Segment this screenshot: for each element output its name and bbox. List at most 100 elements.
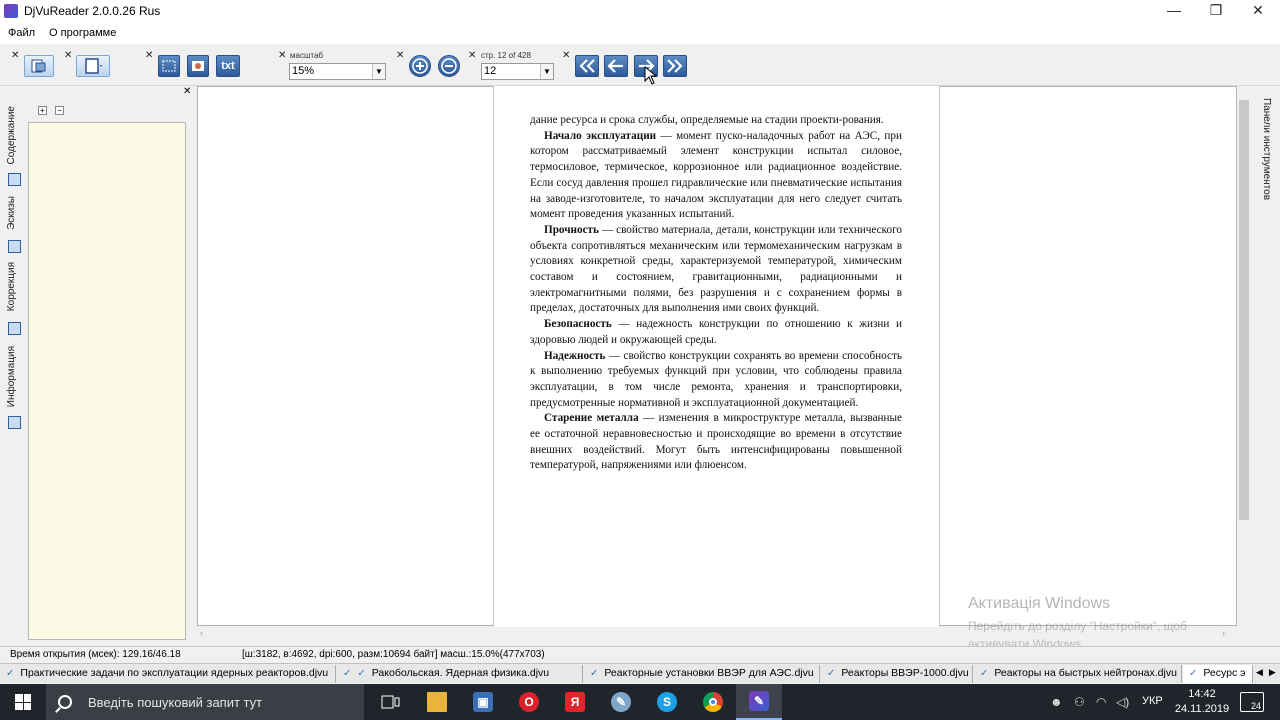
notifications-icon[interactable]: 24 (1240, 692, 1264, 712)
doc-tab[interactable]: ✓ Реакторы на быстрых нейтронах.djvu (974, 665, 1182, 683)
toolbar-group-close-icon[interactable]: ✕ (396, 50, 404, 61)
zoom-in-button[interactable] (409, 55, 431, 77)
djvureader-taskbar-button[interactable]: ✎ (736, 684, 782, 720)
menu-bar: Файл О программе (0, 22, 1280, 44)
toolbar: ✕ ✕ ✕ txt ✕ масштаб 15% ▼ ✕ ✕ стр. 12 of… (0, 44, 1280, 132)
windows-logo-icon (15, 694, 31, 710)
people-icon[interactable]: ⚇ (1074, 695, 1085, 709)
search-icon (58, 695, 72, 709)
first-page-button[interactable] (575, 55, 599, 77)
left-arrow-icon (607, 59, 623, 73)
toolbar-group-close-icon[interactable]: ✕ (562, 50, 570, 61)
toolbar-group-close-icon[interactable]: ✕ (11, 50, 19, 61)
status-bar: Время открытия (мсек): 129.16/46.18 [ш:3… (0, 646, 1280, 663)
image-info-status: [ш:3182, в:4692, dpi:600, разм:10694 бай… (242, 649, 545, 660)
search-placeholder: Введіть пошуковий запит тут (88, 694, 263, 710)
information-icon[interactable] (8, 416, 21, 429)
skype-button[interactable]: S (644, 684, 690, 720)
store-button[interactable]: ▣ (460, 684, 506, 720)
side-tabs: Содержание Эскизы Коррекция Информация (6, 100, 22, 640)
expand-all-icon[interactable]: + (38, 106, 47, 115)
tab-contents[interactable]: Содержание (6, 106, 22, 164)
page-select[interactable]: 12 ▼ (481, 63, 554, 80)
file-explorer-button[interactable] (414, 684, 460, 720)
activation-watermark-title: Активація Windows (968, 595, 1111, 612)
clock-date: 24.11.2019 (1174, 703, 1230, 715)
menu-file[interactable]: Файл (2, 27, 41, 39)
zoom-select[interactable]: 15% ▼ (289, 63, 386, 80)
menu-about[interactable]: О программе (43, 27, 122, 39)
doc-tab[interactable]: ✓ Практические задачи по эксплуатации яде… (0, 665, 336, 683)
skype-icon: S (657, 692, 677, 712)
tray-app-icon[interactable]: ☻ (1050, 695, 1063, 709)
document-view[interactable]: дание ресурса и срока службы, определяем… (197, 86, 1237, 627)
document-icon: ✓ (6, 668, 15, 679)
thumbnails-icon[interactable] (8, 240, 21, 253)
restore-button[interactable]: ❐ (1194, 0, 1238, 22)
page-label: стр. 12 of 428 (481, 51, 531, 60)
zoom-value: 15% (292, 65, 315, 77)
document-icon: ✓ (1189, 668, 1198, 679)
tab-correction[interactable]: Коррекция (6, 262, 22, 311)
chrome-icon (703, 692, 723, 712)
doc-tab[interactable]: ✓ Реакторы ВВЭР-1000.djvu (821, 665, 973, 683)
chrome-button[interactable] (690, 684, 736, 720)
taskbar: Введіть пошуковий запит тут ▣ O Я ✎ S ✎ … (0, 684, 1280, 720)
doc-tab[interactable]: ✓ ✓ Ракобольская. Ядерная физика.djvu (337, 665, 583, 683)
toolbar-group-close-icon[interactable]: ✕ (145, 50, 153, 61)
select-area-button[interactable] (158, 55, 180, 77)
chevron-down-icon[interactable]: ▼ (372, 64, 385, 79)
scroll-left-icon[interactable]: ‹ (200, 628, 203, 638)
language-indicator[interactable]: УКР (1142, 695, 1163, 707)
open-file-button[interactable] (24, 55, 54, 77)
page-paragraph: дание ресурса и срока службы, определяем… (530, 114, 884, 126)
tab-toolbars[interactable]: Панели инструментов (1256, 98, 1272, 200)
yandex-button[interactable]: Я (552, 684, 598, 720)
document-icon: ✓ (357, 668, 366, 679)
task-view-button[interactable] (368, 684, 414, 720)
taskbar-search[interactable]: Введіть пошуковий запит тут (46, 684, 364, 720)
page-paragraph: Прочность — свойство материала, детали, … (530, 223, 902, 315)
document-icon: ✓ (343, 668, 352, 679)
task-view-icon (381, 695, 400, 709)
folder-icon (427, 692, 447, 712)
network-icon[interactable]: ◠ (1096, 695, 1106, 709)
panel-close-icon[interactable]: ✕ (183, 86, 191, 97)
mouse-cursor-icon (644, 66, 658, 85)
minimize-button[interactable]: — (1152, 0, 1196, 22)
tab-information[interactable]: Информация (6, 346, 22, 407)
contents-icon[interactable] (8, 173, 21, 186)
collapse-all-icon[interactable]: − (55, 106, 64, 115)
volume-icon[interactable]: ◁) (1116, 695, 1129, 709)
clock[interactable]: 14:42 24.11.2019 (1172, 687, 1232, 717)
tab-scroll-arrows[interactable]: ◀▶ (1256, 667, 1280, 678)
previous-page-button[interactable] (604, 55, 628, 77)
select-image-button[interactable] (187, 55, 209, 77)
toolbar-group-close-icon[interactable]: ✕ (64, 50, 72, 61)
page-value: 12 (484, 65, 497, 77)
tab-thumbnails[interactable]: Эскизы (6, 196, 22, 230)
open-time-status: Время открытия (мсек): 129.16/46.18 (10, 649, 181, 660)
start-button[interactable] (0, 684, 46, 720)
chevron-down-icon[interactable]: ▼ (540, 64, 553, 79)
double-left-arrow-icon (579, 59, 595, 73)
opera-button[interactable]: O (506, 684, 552, 720)
doc-tab-active[interactable]: ✓ Ресурс э (1183, 665, 1253, 683)
correction-icon[interactable] (8, 322, 21, 335)
page-layout-button[interactable] (76, 55, 110, 77)
clock-time: 14:42 (1188, 688, 1216, 700)
close-window-button[interactable]: ✕ (1236, 0, 1280, 22)
zoom-out-button[interactable] (438, 55, 460, 77)
select-text-button[interactable]: txt (216, 55, 240, 77)
contents-panel[interactable] (28, 122, 186, 640)
scrollbar-thumb[interactable] (1239, 100, 1249, 520)
toolbar-group-close-icon[interactable]: ✕ (278, 50, 286, 61)
yandex-icon: Я (565, 692, 585, 712)
doc-tab[interactable]: ✓ Реакторные установки ВВЭР для АЭС.djvu (584, 665, 820, 683)
minus-icon (441, 58, 457, 74)
last-page-button[interactable] (663, 55, 687, 77)
page-text: дание ресурса и срока службы, определяем… (530, 113, 902, 474)
djvureader-icon: ✎ (749, 691, 769, 711)
toolbar-group-close-icon[interactable]: ✕ (468, 50, 476, 61)
app-button[interactable]: ✎ (598, 684, 644, 720)
